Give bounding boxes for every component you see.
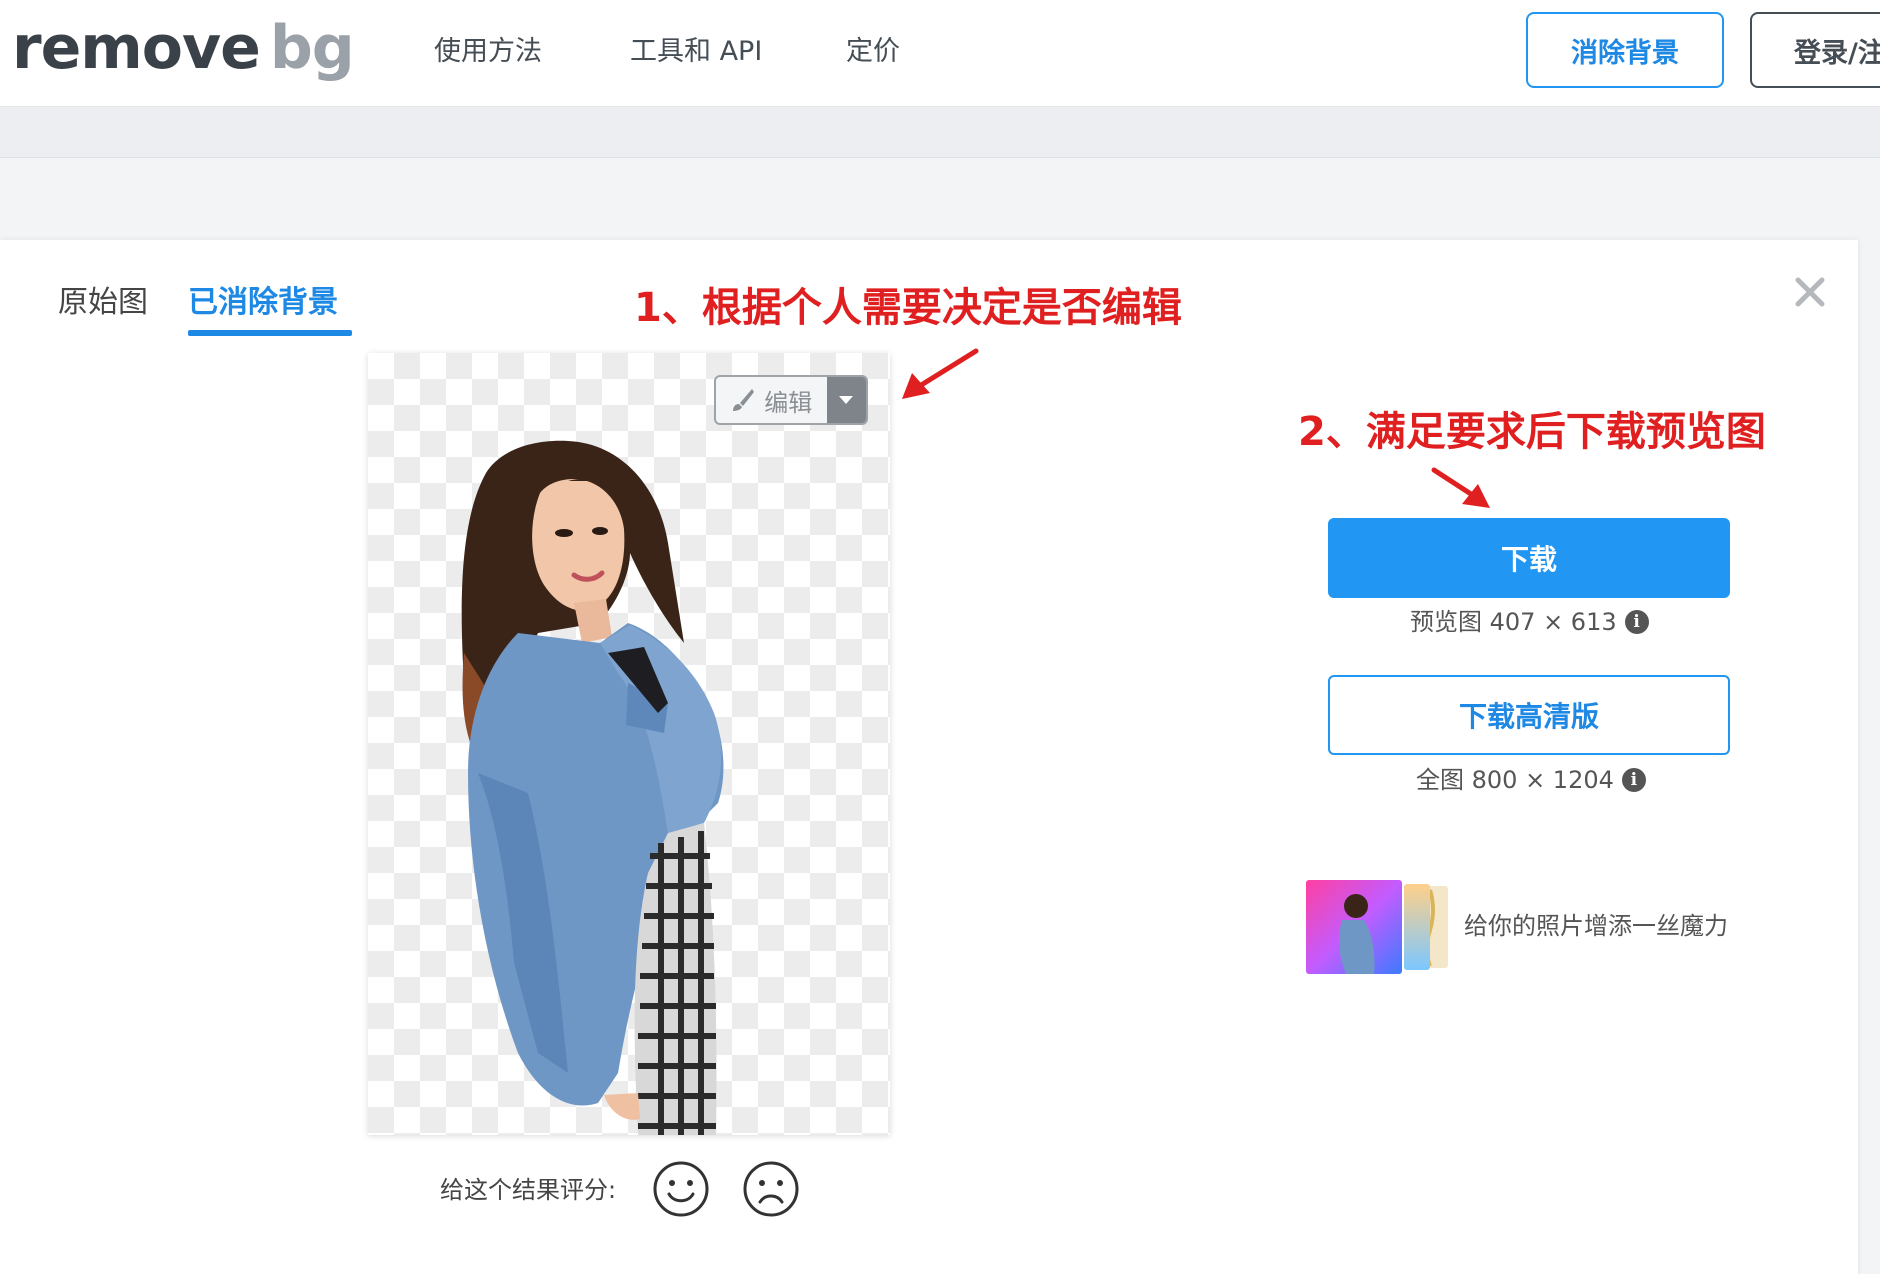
edit-button-group: 编辑: [714, 375, 868, 425]
cutout-person-image: [461, 440, 724, 1135]
annotation-arrow-2: [1431, 467, 1490, 508]
smiley-face-icon[interactable]: [652, 1160, 710, 1218]
tab-removed-background[interactable]: 已消除背景: [188, 280, 338, 326]
sad-face-icon[interactable]: [742, 1160, 800, 1218]
full-size-text: 全图 800 × 1204: [1416, 766, 1614, 794]
edit-dropdown-toggle[interactable]: [826, 377, 866, 423]
nav-how-to-use[interactable]: 使用方法: [434, 30, 542, 74]
preview-size-caption: 预览图 407 × 613 i: [1410, 604, 1649, 640]
close-icon[interactable]: [1790, 272, 1830, 312]
edit-button[interactable]: 编辑: [716, 377, 827, 423]
chevron-down-icon: [839, 396, 854, 404]
annotation-arrow-1: [902, 348, 979, 399]
login-button[interactable]: 登录/注: [1750, 12, 1880, 88]
download-button[interactable]: 下载: [1328, 518, 1730, 598]
magic-thumbnails[interactable]: [1306, 880, 1452, 974]
brush-icon: [733, 389, 755, 411]
full-size-caption: 全图 800 × 1204 i: [1416, 762, 1646, 798]
download-hd-button[interactable]: 下载高清版: [1328, 675, 1730, 755]
result-card: 原始图 已消除背景 编辑 给这个结果评分: 1、根据个人需要决定是否编辑 2、满…: [0, 240, 1858, 1274]
logo-main: remove: [12, 13, 261, 83]
nav-tools-api[interactable]: 工具和 API: [630, 30, 762, 74]
preview-size-text: 预览图 407 × 613: [1410, 608, 1617, 636]
info-icon[interactable]: i: [1621, 768, 1646, 792]
edit-label: 编辑: [764, 388, 813, 417]
result-preview[interactable]: 编辑: [368, 353, 890, 1135]
magic-promo-text[interactable]: 给你的照片增添一丝魔力: [1464, 908, 1728, 944]
rating-label: 给这个结果评分:: [440, 1176, 617, 1204]
info-icon[interactable]: i: [1624, 610, 1649, 634]
page: remove bg 使用方法 工具和 API 定价 消除背景 登录/注 原始图 已…: [0, 0, 1880, 1274]
nav-pricing[interactable]: 定价: [846, 30, 900, 74]
active-tab-indicator: [188, 330, 352, 336]
annotation-step-1: 1、根据个人需要决定是否编辑: [634, 285, 1182, 331]
tab-original[interactable]: 原始图: [58, 280, 148, 326]
remove-bg-button[interactable]: 消除背景: [1526, 12, 1724, 88]
toolbar-band: [0, 107, 1880, 158]
annotation-step-2: 2、满足要求后下载预览图: [1298, 409, 1766, 455]
top-header: remove bg 使用方法 工具和 API 定价 消除背景 登录/注: [0, 0, 1880, 107]
logo-accent: bg: [269, 13, 355, 83]
logo[interactable]: remove bg: [12, 12, 355, 84]
